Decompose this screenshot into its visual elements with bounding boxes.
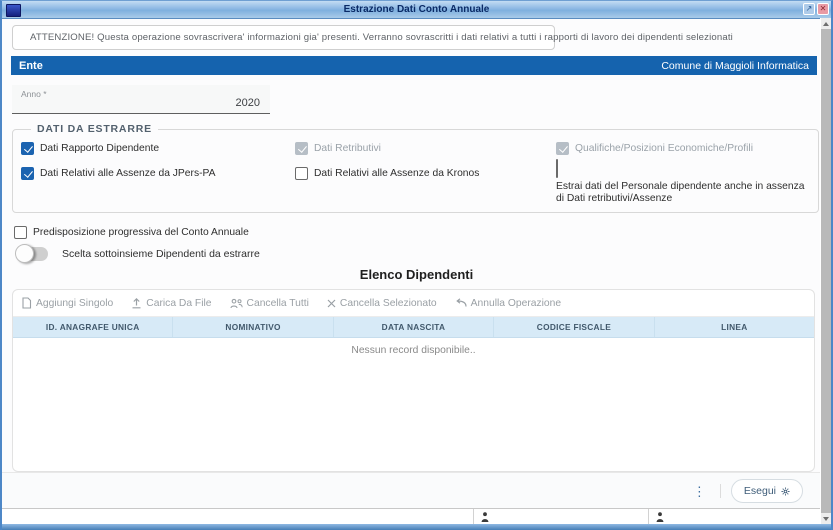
footer-action-bar: ⋮ Esegui bbox=[2, 472, 821, 509]
carica-da-file-button[interactable]: Carica Da File bbox=[131, 297, 211, 309]
checkbox-dati-rapporto-dipendente[interactable]: Dati Rapporto Dipendente bbox=[21, 142, 159, 155]
annulla-operazione-button[interactable]: Annulla Operazione bbox=[455, 298, 561, 309]
column-header-id-anagrafe[interactable]: ID. ANAGRAFE UNICA bbox=[13, 317, 173, 337]
users-icon bbox=[230, 298, 243, 309]
checkbox-icon bbox=[21, 167, 34, 180]
column-header-linea[interactable]: LINEA bbox=[655, 317, 814, 337]
aggiungi-singolo-button[interactable]: Aggiungi Singolo bbox=[21, 297, 113, 309]
checkbox-predisposizione-progressiva[interactable]: Predisposizione progressiva del Conto An… bbox=[14, 226, 249, 239]
statusbar-divider bbox=[473, 509, 474, 525]
toggle-switch[interactable] bbox=[16, 247, 48, 261]
checkbox-icon bbox=[295, 142, 308, 155]
user-icon bbox=[656, 512, 664, 522]
column-header-data-nascita[interactable]: DATA NASCITA bbox=[334, 317, 494, 337]
fieldset-legend: DATI DA ESTRARRE bbox=[31, 123, 158, 135]
vertical-scrollbar[interactable] bbox=[820, 18, 831, 524]
column-header-nominativo[interactable]: NOMINATIVO bbox=[173, 317, 333, 337]
scrollbar-down-icon[interactable] bbox=[821, 513, 831, 524]
checkbox-estrai-dati-personale[interactable]: Estrai dati del Personale dipendente anc… bbox=[556, 160, 811, 205]
ente-header-bar: Ente Comune di Maggioli Informatica bbox=[11, 56, 817, 75]
column-header-codice-fiscale[interactable]: CODICE FISCALE bbox=[494, 317, 654, 337]
close-window-icon[interactable]: ✕ bbox=[817, 3, 829, 15]
gear-icon bbox=[781, 487, 790, 496]
checkbox-icon bbox=[556, 159, 558, 178]
anno-field[interactable]: Anno * 2020 bbox=[12, 85, 270, 114]
undo-arrow-icon bbox=[455, 298, 467, 308]
warning-text: ATTENZIONE! Questa operazione sovrascriv… bbox=[30, 32, 733, 43]
cancella-selezionato-button[interactable]: Cancella Selezionato bbox=[327, 298, 437, 309]
scrollbar-thumb[interactable] bbox=[821, 29, 831, 513]
ente-label: Ente bbox=[19, 60, 43, 72]
dipendenti-table-panel: Aggiungi Singolo Carica Da File Cancella… bbox=[12, 289, 815, 472]
toggle-scelta-sottoinsieme-row: Scelta sottoinsieme Dipendenti da estrar… bbox=[16, 247, 260, 261]
anno-field-value: 2020 bbox=[236, 97, 260, 109]
checkbox-assenze-jpers-pa[interactable]: Dati Relativi alle Assenze da JPers-PA bbox=[21, 167, 216, 180]
title-bar: Estrazione Dati Conto Annuale ↗ ✕ bbox=[2, 1, 831, 19]
empty-table-message: Nessun record disponibile.. bbox=[13, 345, 814, 356]
checkbox-assenze-kronos[interactable]: Dati Relativi alle Assenze da Kronos bbox=[295, 167, 479, 180]
warning-banner: ATTENZIONE! Questa operazione sovrascriv… bbox=[12, 25, 555, 50]
checkbox-icon bbox=[556, 142, 569, 155]
statusbar-divider bbox=[648, 509, 649, 525]
anno-field-label: Anno * bbox=[21, 89, 47, 99]
toggle-knob bbox=[15, 244, 34, 263]
toggle-label: Scelta sottoinsieme Dipendenti da estrar… bbox=[62, 248, 260, 261]
cancella-tutti-button[interactable]: Cancella Tutti bbox=[230, 298, 309, 309]
app-icon bbox=[6, 4, 21, 17]
restore-window-icon[interactable]: ↗ bbox=[803, 3, 815, 15]
scrollbar-up-icon[interactable] bbox=[821, 18, 831, 29]
dialog-estrazione-dati: Estrazione Dati Conto Annuale ↗ ✕ ATTENZ… bbox=[0, 0, 833, 530]
table-header-row: ID. ANAGRAFE UNICA NOMINATIVO DATA NASCI… bbox=[13, 317, 814, 338]
esegui-button[interactable]: Esegui bbox=[731, 479, 803, 503]
ente-value: Comune di Maggioli Informatica bbox=[661, 60, 809, 72]
user-icon bbox=[481, 512, 489, 522]
add-file-icon bbox=[21, 297, 32, 309]
close-icon bbox=[327, 299, 336, 308]
status-bar bbox=[2, 508, 831, 525]
kebab-menu-icon[interactable]: ⋮ bbox=[689, 485, 710, 498]
checkbox-dati-retributivi[interactable]: Dati Retributivi bbox=[295, 142, 381, 155]
checkbox-icon bbox=[21, 142, 34, 155]
checkbox-qualifiche-posizioni[interactable]: Qualifiche/Posizioni Economiche/Profili bbox=[556, 142, 753, 155]
checkbox-icon bbox=[295, 167, 308, 180]
upload-icon bbox=[131, 297, 142, 309]
table-toolbar: Aggiungi Singolo Carica Da File Cancella… bbox=[13, 290, 814, 317]
checkbox-icon bbox=[14, 226, 27, 239]
elenco-dipendenti-title: Elenco Dipendenti bbox=[2, 267, 831, 282]
dati-da-estrarre-fieldset: DATI DA ESTRARRE Dati Rapporto Dipendent… bbox=[12, 129, 819, 213]
footer-divider bbox=[720, 484, 721, 498]
window-title: Estrazione Dati Conto Annuale bbox=[2, 4, 831, 15]
window-bottom-border bbox=[2, 524, 831, 530]
